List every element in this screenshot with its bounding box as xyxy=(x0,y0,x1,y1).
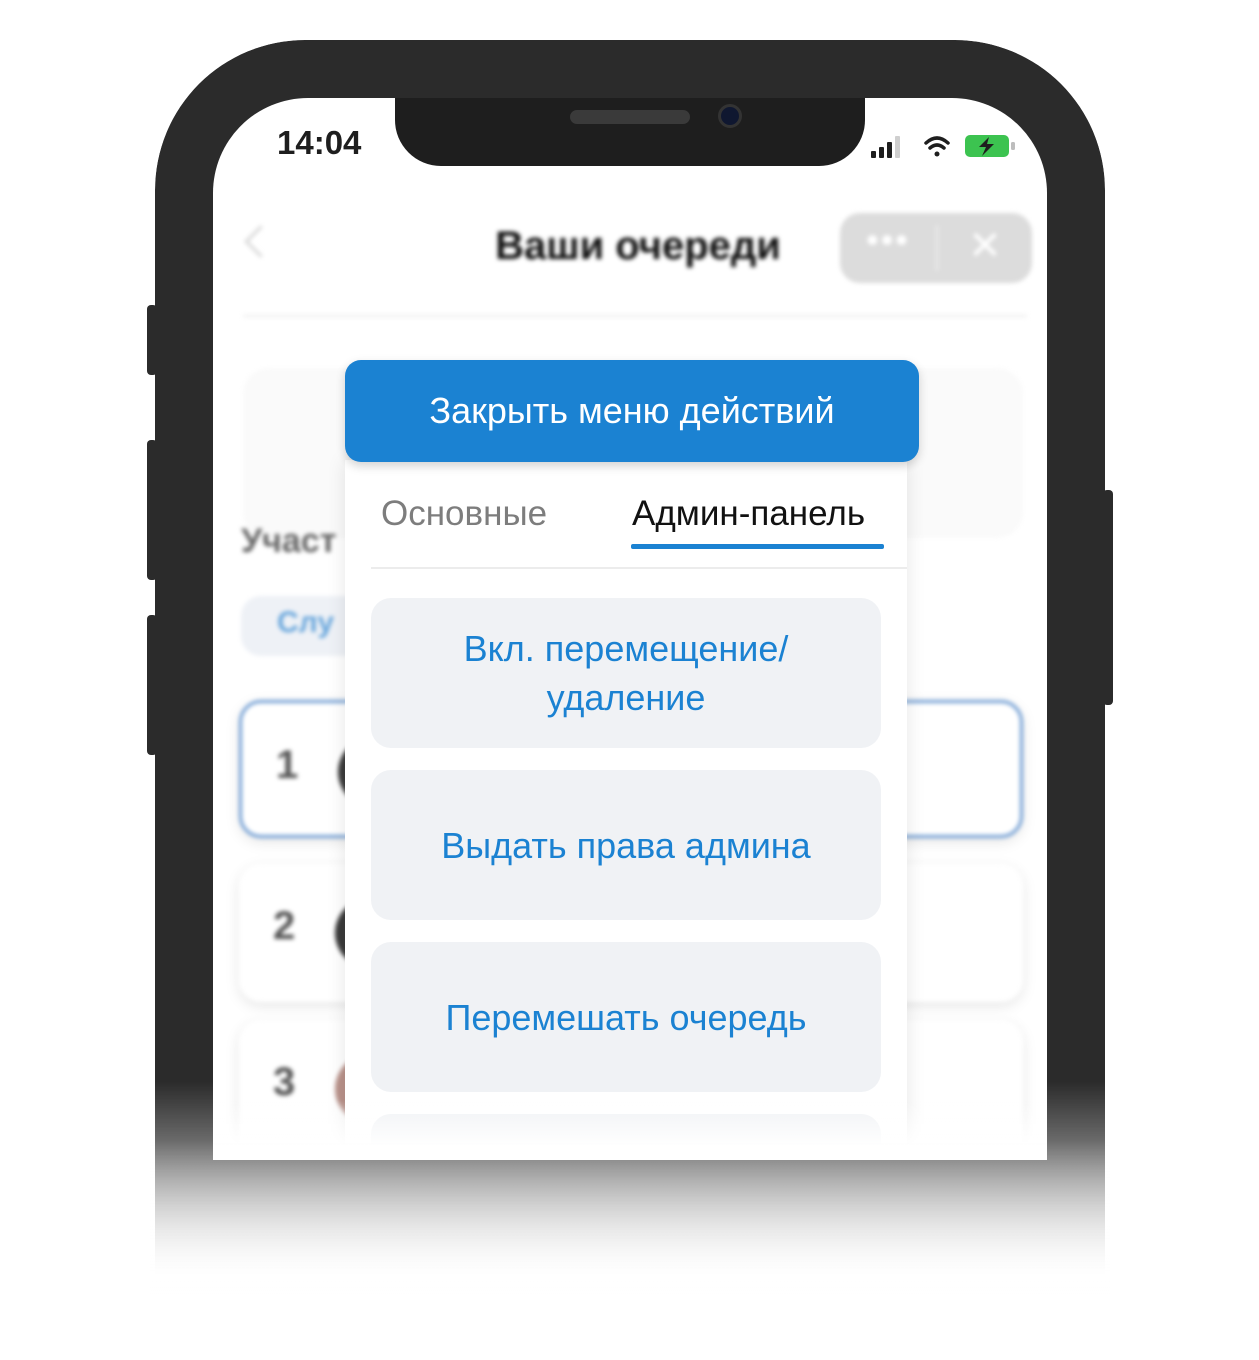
queue-position: 1 xyxy=(276,743,299,787)
more-dots-icon[interactable]: ••• xyxy=(840,219,936,261)
shuffle-queue-label: Перемешать очередь xyxy=(445,996,807,1038)
front-camera xyxy=(718,104,742,128)
close-actions-menu-button[interactable]: Закрыть меню действий xyxy=(345,360,919,462)
filter-chip-label: Слу xyxy=(277,606,335,639)
shuffle-queue-button[interactable]: Перемешать очередь xyxy=(371,942,881,1092)
queue-position: 3 xyxy=(273,1060,296,1104)
bottom-fade xyxy=(150,1140,1110,1360)
grant-admin-rights-button[interactable]: Выдать права админа xyxy=(371,770,881,920)
page-title: Ваши очереди xyxy=(495,224,781,268)
notch xyxy=(395,98,865,166)
tab-admin-panel[interactable]: Админ-панель xyxy=(632,494,865,534)
tab-main[interactable]: Основные xyxy=(381,494,547,534)
earpiece-speaker xyxy=(570,110,690,124)
mini-program-capsule: ••• ✕ xyxy=(840,213,1032,283)
app-screen: 14:04 Ваши очереди ••• ✕ Участ Слу 1 2 3… xyxy=(213,98,1047,1148)
active-tab-indicator xyxy=(631,544,884,549)
signal-icon xyxy=(871,136,900,158)
tabs-divider xyxy=(371,567,907,569)
participants-heading: Участ xyxy=(241,522,337,560)
back-chevron-icon[interactable] xyxy=(244,225,277,258)
toggle-move-delete-button[interactable]: Вкл. перемещение/ удаление xyxy=(371,598,881,748)
power-button xyxy=(1103,490,1113,705)
battery-charging-icon xyxy=(965,135,1015,157)
volume-down-button xyxy=(147,615,157,755)
wifi-icon xyxy=(924,136,950,157)
close-icon[interactable]: ✕ xyxy=(938,223,1032,269)
silent-switch xyxy=(147,305,157,375)
nav-divider xyxy=(243,315,1027,317)
toggle-move-delete-label: Вкл. перемещение/ удаление xyxy=(463,628,789,718)
grant-admin-rights-label: Выдать права админа xyxy=(441,824,811,866)
status-time: 14:04 xyxy=(277,124,362,161)
volume-up-button xyxy=(147,440,157,580)
queue-position: 2 xyxy=(273,904,296,948)
status-icons xyxy=(871,135,1015,158)
